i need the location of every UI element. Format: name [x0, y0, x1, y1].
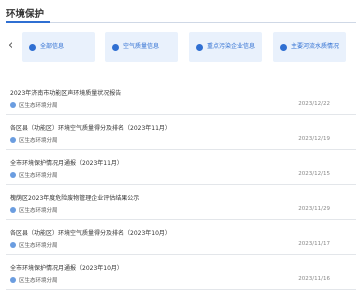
list-item[interactable]: 各区县（功能区）环境空气质量得分及排名（2023年10月） 区生态环境分局 20…	[6, 220, 356, 255]
article-title[interactable]: 各区县（功能区）环境空气质量得分及排名（2023年11月）	[10, 123, 171, 132]
article-source: 区生态环境分局	[10, 136, 58, 144]
source-label: 区生态环境分局	[19, 138, 58, 144]
category-icon	[196, 43, 203, 51]
article-date: 2023/11/29	[298, 206, 330, 212]
page-title: 环境保护	[6, 9, 45, 20]
article-title[interactable]: 槐荫区2023年度危险废物管理企业评估结果公示	[10, 193, 139, 202]
article-title[interactable]: 全市环境保护情况月通报（2023年10月）	[10, 263, 123, 272]
article-date: 2023/12/15	[298, 171, 330, 177]
article-source: 区生态环境分局	[10, 276, 58, 284]
list-item[interactable]: 全市环境保护情况月通报（2023年11月） 区生态环境分局 2023/12/15	[6, 150, 356, 185]
article-list: 2023年济南市功能区声环境质量状况报告 区生态环境分局 2023/12/22 …	[6, 80, 356, 290]
list-item[interactable]: 2023年济南市功能区声环境质量状况报告 区生态环境分局 2023/12/22	[6, 80, 356, 115]
source-icon	[10, 207, 16, 213]
article-date: 2023/12/19	[298, 136, 330, 142]
list-item[interactable]: 槐荫区2023年度危险废物管理企业评估结果公示 区生态环境分局 2023/11/…	[6, 185, 356, 220]
chevron-left-icon[interactable]: ‹	[8, 39, 18, 53]
category-label: 空气质量信息	[123, 43, 160, 50]
section-header: 环境保护	[0, 0, 362, 26]
article-date: 2023/11/16	[298, 276, 330, 282]
source-label: 区生态环境分局	[19, 243, 58, 249]
list-item[interactable]: 全市环境保护情况月通报（2023年10月） 区生态环境分局 2023/11/16	[6, 255, 356, 290]
category-river-water-quality[interactable]: 主要河流水质情况	[273, 32, 346, 62]
category-icon	[29, 43, 36, 51]
source-icon	[10, 242, 16, 248]
list-item[interactable]: 各区县（功能区）环境空气质量得分及排名（2023年11月） 区生态环境分局 20…	[6, 115, 356, 150]
category-key-polluters[interactable]: 重点污染企业信息	[189, 32, 262, 62]
category-label: 全部信息	[40, 43, 65, 50]
source-label: 区生态环境分局	[19, 103, 58, 109]
article-title[interactable]: 2023年济南市功能区声环境质量状况报告	[10, 88, 121, 97]
category-air-quality[interactable]: 空气质量信息	[105, 32, 178, 62]
article-source: 区生态环境分局	[10, 206, 58, 214]
source-label: 区生态环境分局	[19, 173, 58, 179]
category-label: 重点污染企业信息	[207, 43, 256, 50]
article-title[interactable]: 全市环境保护情况月通报（2023年11月）	[10, 158, 123, 167]
source-label: 区生态环境分局	[19, 278, 58, 284]
source-icon	[10, 172, 16, 178]
article-source: 区生态环境分局	[10, 101, 58, 109]
category-all-info[interactable]: 全部信息	[22, 32, 95, 62]
header-divider	[6, 22, 356, 23]
article-title[interactable]: 各区县（功能区）环境空气质量得分及排名（2023年10月）	[10, 228, 171, 237]
article-source: 区生态环境分局	[10, 241, 58, 249]
category-icon	[280, 43, 287, 51]
source-icon	[10, 137, 16, 143]
header-accent-bar	[6, 21, 50, 23]
article-date: 2023/11/17	[298, 241, 330, 247]
category-label: 主要河流水质情况	[291, 43, 340, 50]
article-date: 2023/12/22	[298, 101, 330, 107]
source-icon	[10, 102, 16, 108]
source-icon	[10, 277, 16, 283]
category-icon	[112, 43, 119, 51]
source-label: 区生态环境分局	[19, 208, 58, 214]
article-source: 区生态环境分局	[10, 171, 58, 179]
